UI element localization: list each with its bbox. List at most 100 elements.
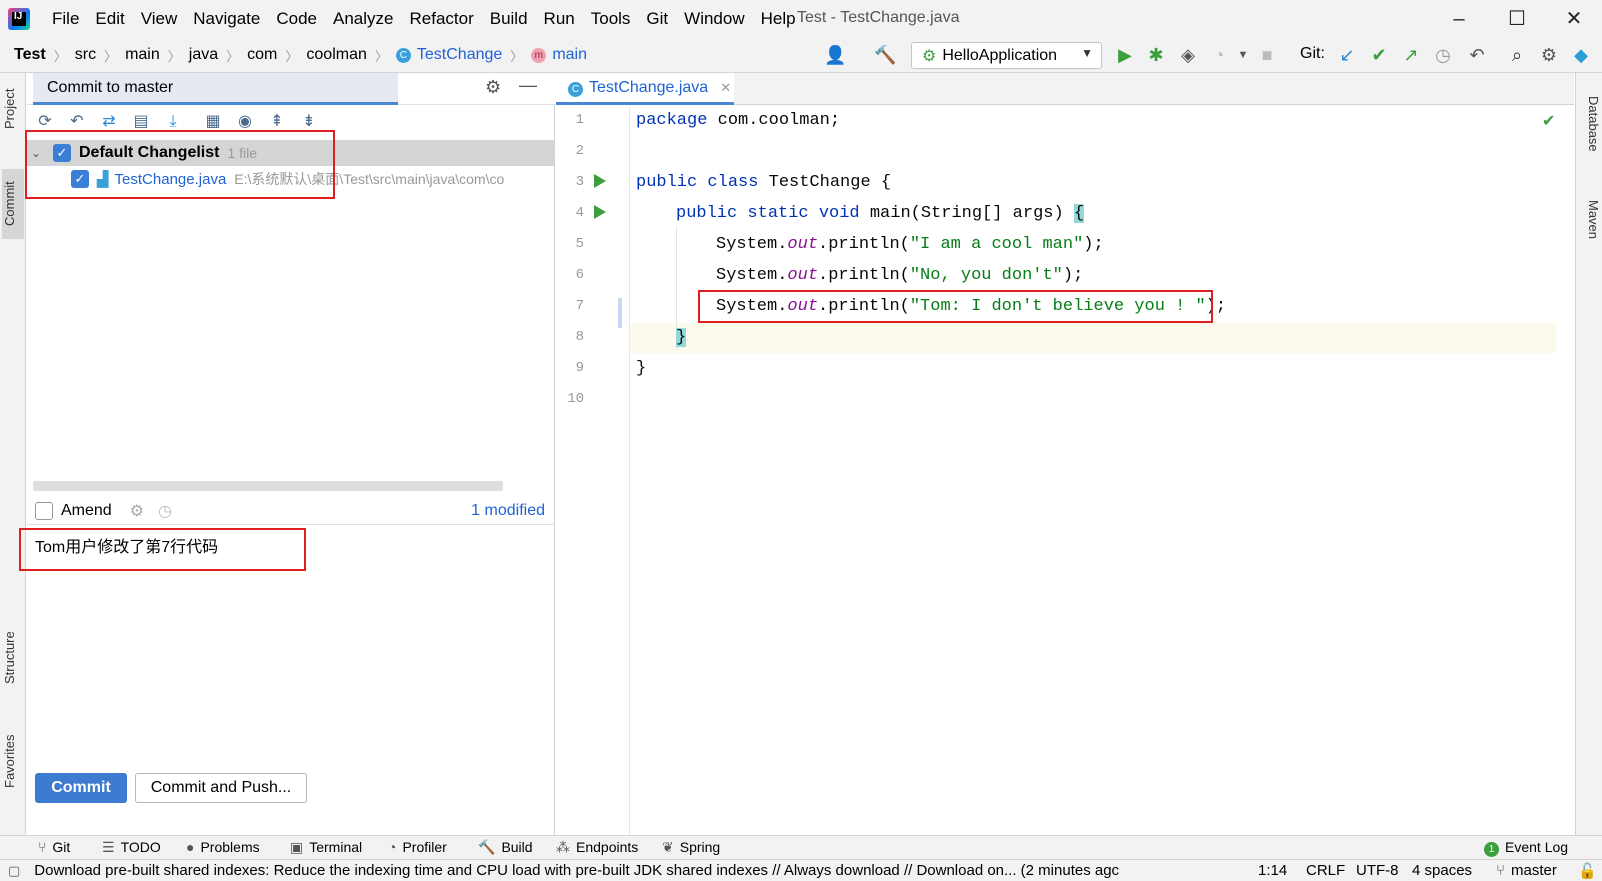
status-message[interactable]: Download pre-built shared indexes: Reduc… <box>34 862 1214 879</box>
menu-help[interactable]: Help <box>753 0 804 37</box>
tab-close-icon[interactable]: ✕ <box>720 80 731 95</box>
crumb-com[interactable]: com <box>247 46 277 64</box>
tool-tab-favorites[interactable]: Favorites <box>2 721 24 801</box>
more-run-icon[interactable]: ▼ <box>1232 44 1254 66</box>
tool-endpoints[interactable]: ⁂ Endpoints <box>556 839 638 856</box>
menu-window[interactable]: Window <box>676 0 752 37</box>
tool-event-log[interactable]: 1 Event Log <box>1484 839 1568 857</box>
rollback-changes-icon[interactable]: ↶ <box>67 112 87 132</box>
update-icon[interactable]: ⤓ <box>163 112 183 132</box>
user-icon[interactable]: 👤 <box>824 44 846 66</box>
refresh-icon[interactable]: ⟳ <box>35 112 55 132</box>
rollback-icon[interactable]: ↶ <box>1466 44 1488 66</box>
main-menu: File Edit View Navigate Code Analyze Ref… <box>44 0 804 37</box>
menu-edit[interactable]: Edit <box>87 0 132 37</box>
menu-git[interactable]: Git <box>638 0 676 37</box>
menu-file[interactable]: File <box>44 0 87 37</box>
plugin-icon[interactable]: ◆ <box>1570 44 1592 66</box>
line-separator[interactable]: CRLF <box>1306 862 1345 879</box>
indent-setting[interactable]: 4 spaces <box>1412 862 1472 879</box>
tool-todo[interactable]: ☰ TODO <box>102 839 161 856</box>
git-update-icon[interactable]: ↙ <box>1336 44 1358 66</box>
file-encoding[interactable]: UTF-8 <box>1356 862 1399 879</box>
panel-settings-icon[interactable]: ⚙ <box>485 77 501 98</box>
collapse-all-icon[interactable]: ⇟ <box>299 112 319 132</box>
menu-view[interactable]: View <box>133 0 186 37</box>
tool-tab-project[interactable]: Project <box>2 79 24 139</box>
crumb-coolman[interactable]: coolman <box>306 46 366 64</box>
expand-all-icon[interactable]: ⇞ <box>267 112 287 132</box>
profile-icon[interactable]: ◔ <box>1208 44 1230 66</box>
git-commit-icon[interactable]: ✔ <box>1368 44 1390 66</box>
stop-icon[interactable]: ■ <box>1256 44 1278 66</box>
build-hammer-icon[interactable]: 🔨 <box>874 44 896 66</box>
close-icon[interactable]: ✕ <box>1561 6 1587 32</box>
git-push-icon[interactable]: ↗ <box>1400 44 1422 66</box>
git-branch-widget[interactable]: ⑂ master <box>1496 862 1557 879</box>
panel-minimize-icon[interactable]: — <box>519 75 537 96</box>
crumb-java[interactable]: java <box>189 46 218 64</box>
menu-navigate[interactable]: Navigate <box>185 0 268 37</box>
run-icon[interactable]: ▶ <box>1114 44 1136 66</box>
amend-row: Amend ⚙ ◷ 1 modified <box>27 497 555 525</box>
commit-panel-title[interactable]: Commit to master <box>33 73 398 105</box>
group-by-icon[interactable]: ▦ <box>203 112 223 132</box>
inspection-ok-icon[interactable]: ✔ <box>1542 111 1555 131</box>
change-marker[interactable] <box>618 298 622 328</box>
code-area[interactable]: package com.coolman; public class TestCh… <box>636 106 1566 835</box>
menu-run[interactable]: Run <box>536 0 583 37</box>
crumb-main[interactable]: main <box>125 46 160 64</box>
menu-tools[interactable]: Tools <box>583 0 639 37</box>
commit-button[interactable]: Commit <box>35 773 127 803</box>
commit-panel-header: Commit to master ⚙ — <box>27 73 555 105</box>
show-diff-icon[interactable]: ⇄ <box>99 112 119 132</box>
edit-source-icon[interactable]: ▤ <box>131 112 151 132</box>
horizontal-scrollbar[interactable] <box>33 481 503 491</box>
search-icon[interactable]: ⌕ <box>1506 44 1528 66</box>
tool-tab-structure[interactable]: Structure <box>2 618 24 698</box>
amend-checkbox[interactable] <box>35 501 53 520</box>
code-line-8: } <box>676 328 687 347</box>
tool-problems[interactable]: ● Problems <box>186 839 260 855</box>
tool-tab-commit[interactable]: Commit <box>2 169 24 239</box>
run-main-icon[interactable] <box>594 205 606 219</box>
menu-code[interactable]: Code <box>268 0 325 37</box>
status-toggle-icon[interactable]: ▢ <box>8 863 20 879</box>
maximize-icon[interactable]: ☐ <box>1504 6 1530 32</box>
menu-build[interactable]: Build <box>482 0 536 37</box>
tool-spring[interactable]: ❦ Spring <box>662 839 720 856</box>
tool-tab-maven[interactable]: Maven <box>1579 185 1601 255</box>
history-icon[interactable]: ◷ <box>1432 44 1454 66</box>
caret-position[interactable]: 1:14 <box>1258 862 1287 879</box>
run-class-icon[interactable] <box>594 174 606 188</box>
chevron-down-icon: ▼ <box>1081 46 1093 60</box>
tool-tab-database[interactable]: Database <box>1579 79 1601 169</box>
lock-icon[interactable]: 🔓 <box>1578 862 1597 880</box>
minimize-icon[interactable]: – <box>1446 6 1472 32</box>
line-number: 1 <box>575 112 584 128</box>
tool-build[interactable]: 🔨 Build <box>478 839 533 856</box>
menu-bar: IJ File Edit View Navigate Code Analyze … <box>0 0 1602 37</box>
tool-terminal[interactable]: ▣ Terminal <box>290 839 362 856</box>
crumb-method[interactable]: main <box>552 46 587 64</box>
code-line-9: } <box>636 359 647 378</box>
commit-options-gear-icon[interactable]: ⚙ <box>130 501 144 521</box>
modified-count-link[interactable]: 1 modified <box>471 502 545 520</box>
run-configuration-select[interactable]: ⚙ HelloApplication ▼ <box>911 42 1102 69</box>
commit-history-icon[interactable]: ◷ <box>158 501 172 521</box>
tool-profiler[interactable]: ◔ Profiler <box>388 839 447 855</box>
settings-gear-icon[interactable]: ⚙ <box>1538 44 1560 66</box>
commit-and-push-button[interactable]: Commit and Push... <box>135 773 307 803</box>
menu-analyze[interactable]: Analyze <box>325 0 401 37</box>
view-options-icon[interactable]: ◉ <box>235 112 255 132</box>
tool-git[interactable]: ⑂ Git <box>38 839 70 855</box>
tab-testchange-java[interactable]: C TestChange.java ✕ <box>556 73 734 105</box>
menu-refactor[interactable]: Refactor <box>401 0 481 37</box>
intellij-logo-icon: IJ <box>8 8 30 30</box>
debug-icon[interactable]: ✱ <box>1145 44 1167 66</box>
crumb-project[interactable]: Test <box>14 46 46 64</box>
line-number: 10 <box>567 391 584 407</box>
crumb-src[interactable]: src <box>75 46 96 64</box>
crumb-class[interactable]: TestChange <box>417 46 502 64</box>
coverage-icon[interactable]: ◈ <box>1177 44 1199 66</box>
